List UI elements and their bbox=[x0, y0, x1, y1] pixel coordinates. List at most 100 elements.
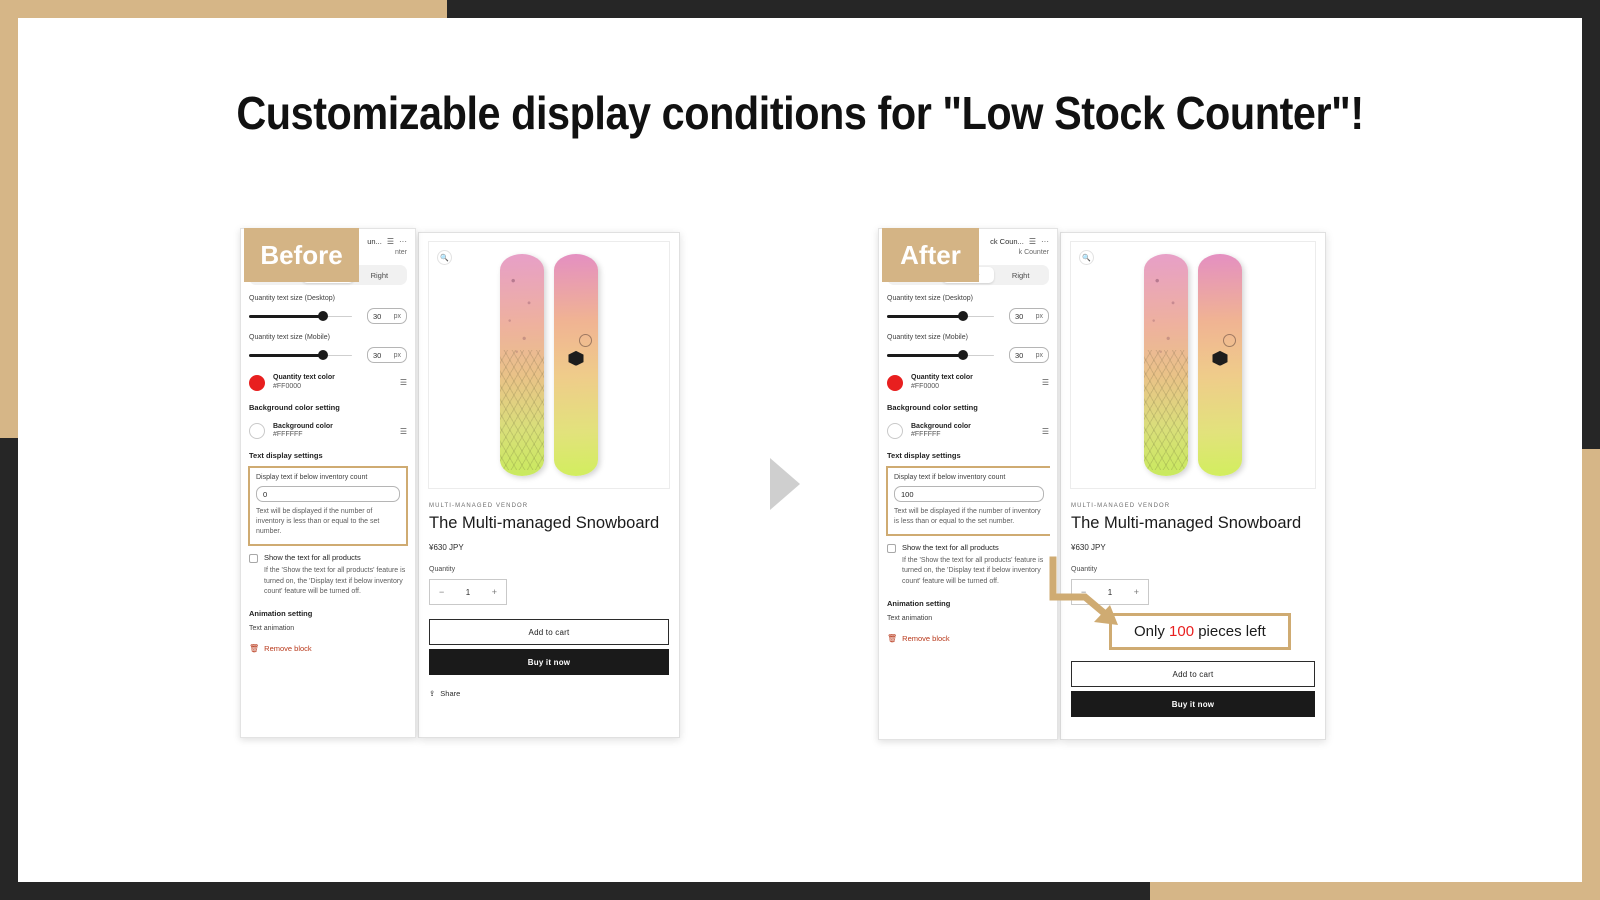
mobile-text-size-slider[interactable] bbox=[249, 350, 360, 360]
desktop-text-size-field: Quantity text size (Desktop) 30 px bbox=[249, 295, 407, 324]
snowboard-image bbox=[1144, 254, 1242, 476]
remove-block-label: Remove block bbox=[264, 643, 312, 653]
stack-icon[interactable]: ☰ bbox=[387, 237, 394, 246]
snowboard-right bbox=[1198, 254, 1242, 476]
background-color-row[interactable]: Background color #FFFFFF ☰ bbox=[249, 423, 407, 441]
animation-section-title: Animation setting bbox=[887, 598, 951, 608]
quantity-label: Quantity bbox=[1071, 566, 1098, 573]
desktop-text-size-input[interactable]: 30 px bbox=[367, 308, 407, 324]
inventory-count-label: Display text if below inventory count bbox=[256, 474, 368, 481]
quantity-text-color-swatch[interactable] bbox=[249, 374, 265, 391]
mobile-text-size-slider[interactable] bbox=[887, 350, 1002, 360]
background-color-value: #FFFFFF bbox=[273, 431, 303, 439]
quantity-stepper[interactable]: − 1 + bbox=[1071, 579, 1149, 605]
show-all-products-row[interactable]: Show the text for all products bbox=[249, 553, 407, 564]
quantity-increment-button[interactable]: + bbox=[1134, 587, 1139, 597]
mobile-text-size-label: Quantity text size (Mobile) bbox=[887, 334, 968, 341]
quantity-decrement-button[interactable]: − bbox=[439, 587, 444, 597]
mobile-text-size-input[interactable]: 30 px bbox=[1009, 347, 1049, 363]
background-color-label: Background color bbox=[911, 422, 971, 430]
desktop-text-size-value: 30 bbox=[373, 311, 382, 321]
product-media: 🔍 bbox=[1070, 241, 1316, 489]
mobile-text-size-field: Quantity text size (Mobile) 30 px bbox=[249, 334, 407, 363]
low-stock-prefix: Only bbox=[1134, 623, 1165, 640]
stack-icon[interactable]: ☰ bbox=[1042, 427, 1049, 436]
quantity-stepper[interactable]: − 1 + bbox=[429, 579, 507, 605]
desktop-text-size-value: 30 bbox=[1015, 311, 1024, 321]
add-to-cart-button[interactable]: Add to cart bbox=[1071, 661, 1315, 687]
show-all-products-checkbox[interactable] bbox=[249, 554, 258, 564]
quantity-text-color-row[interactable]: Quantity text color #FF0000 ☰ bbox=[249, 374, 407, 392]
more-horizontal-icon[interactable]: ··· bbox=[399, 237, 407, 246]
slider-track-filled bbox=[249, 354, 323, 357]
inventory-count-highlight-box: Display text if below inventory count 0 … bbox=[248, 466, 408, 547]
slider-handle[interactable] bbox=[317, 311, 328, 321]
product-vendor: MULTI-MANAGED VENDOR bbox=[429, 503, 529, 509]
text-display-section-title: Text display settings bbox=[249, 451, 323, 460]
quantity-text-color-value: #FF0000 bbox=[273, 382, 302, 390]
stack-icon[interactable]: ☰ bbox=[1029, 237, 1036, 246]
mobile-text-size-input[interactable]: 30 px bbox=[367, 347, 407, 363]
board-ring-graphic bbox=[1222, 333, 1236, 347]
desktop-text-size-unit: px bbox=[1035, 312, 1043, 320]
background-color-row[interactable]: Background color #FFFFFF ☰ bbox=[887, 423, 1049, 441]
mobile-text-size-value: 30 bbox=[1015, 350, 1024, 360]
add-to-cart-button[interactable]: Add to cart bbox=[429, 619, 669, 645]
board-pattern-mesh bbox=[500, 350, 544, 470]
inventory-count-help: Text will be displayed if the number of … bbox=[894, 508, 1041, 526]
quantity-increment-button[interactable]: + bbox=[492, 587, 497, 597]
slider-handle[interactable] bbox=[958, 311, 969, 321]
product-vendor: MULTI-MANAGED VENDOR bbox=[1071, 503, 1171, 509]
buy-it-now-button[interactable]: Buy it now bbox=[429, 649, 669, 675]
share-button[interactable]: ⇪ Share bbox=[429, 689, 669, 698]
text-animation-label: Text animation bbox=[249, 624, 295, 632]
remove-block-button[interactable]: 🗑 Remove block bbox=[887, 634, 1049, 643]
show-all-products-label: Show the text for all products bbox=[902, 543, 999, 553]
slider-handle[interactable] bbox=[958, 350, 969, 360]
quantity-decrement-button[interactable]: − bbox=[1081, 587, 1086, 597]
show-all-products-row[interactable]: Show the text for all products bbox=[887, 543, 1049, 554]
background-color-swatch[interactable] bbox=[887, 423, 903, 440]
board-ring-graphic bbox=[578, 333, 592, 347]
magnifier-icon[interactable]: 🔍 bbox=[1079, 250, 1094, 265]
desktop-text-size-slider[interactable] bbox=[249, 311, 360, 321]
alignment-option-right[interactable]: Right bbox=[994, 267, 1047, 283]
low-stock-counter-text: Only 100 pieces left bbox=[1109, 613, 1291, 650]
desktop-text-size-input[interactable]: 30 px bbox=[1009, 308, 1049, 324]
stack-icon[interactable]: ☰ bbox=[1042, 378, 1049, 387]
remove-block-label: Remove block bbox=[902, 633, 950, 643]
inventory-count-input[interactable]: 0 bbox=[256, 486, 400, 502]
after-badge: After bbox=[882, 228, 979, 282]
slider-handle[interactable] bbox=[317, 350, 328, 360]
stack-icon[interactable]: ☰ bbox=[400, 427, 407, 436]
low-stock-count: 100 bbox=[1169, 623, 1195, 640]
product-price: ¥630 JPY bbox=[1071, 543, 1106, 552]
animation-section-title: Animation setting bbox=[249, 608, 313, 618]
before-after-comparison: un... ☰ ··· nter Left Center Right Quant… bbox=[0, 0, 1600, 900]
desktop-text-size-label: Quantity text size (Desktop) bbox=[249, 295, 335, 302]
triangle-right-icon bbox=[770, 458, 800, 510]
remove-block-button[interactable]: 🗑 Remove block bbox=[249, 644, 407, 653]
desktop-text-size-slider[interactable] bbox=[887, 311, 1002, 321]
magnifier-icon[interactable]: 🔍 bbox=[437, 250, 452, 265]
more-horizontal-icon[interactable]: ··· bbox=[1041, 237, 1049, 246]
slider-track-filled bbox=[887, 354, 963, 357]
text-display-section-title: Text display settings bbox=[887, 451, 961, 460]
inventory-count-label: Display text if below inventory count bbox=[894, 474, 1006, 481]
theme-editor-sidebar-before: un... ☰ ··· nter Left Center Right Quant… bbox=[240, 228, 416, 738]
show-all-products-help: If the 'Show the text for all products' … bbox=[902, 557, 1044, 585]
board-emblem-graphic bbox=[568, 350, 584, 366]
mobile-text-size-label: Quantity text size (Mobile) bbox=[249, 334, 330, 341]
slider-track-filled bbox=[887, 315, 963, 318]
alignment-option-right[interactable]: Right bbox=[354, 267, 405, 283]
quantity-text-color-swatch[interactable] bbox=[887, 374, 903, 391]
trash-icon: 🗑 bbox=[249, 643, 260, 653]
mobile-text-size-unit: px bbox=[393, 351, 401, 359]
show-all-products-checkbox[interactable] bbox=[887, 544, 896, 554]
stack-icon[interactable]: ☰ bbox=[400, 378, 407, 387]
quantity-text-color-row[interactable]: Quantity text color #FF0000 ☰ bbox=[887, 374, 1049, 392]
background-color-swatch[interactable] bbox=[249, 423, 265, 440]
buy-it-now-button[interactable]: Buy it now bbox=[1071, 691, 1315, 717]
desktop-text-size-label: Quantity text size (Desktop) bbox=[887, 295, 973, 302]
inventory-count-input[interactable]: 100 bbox=[894, 486, 1044, 502]
